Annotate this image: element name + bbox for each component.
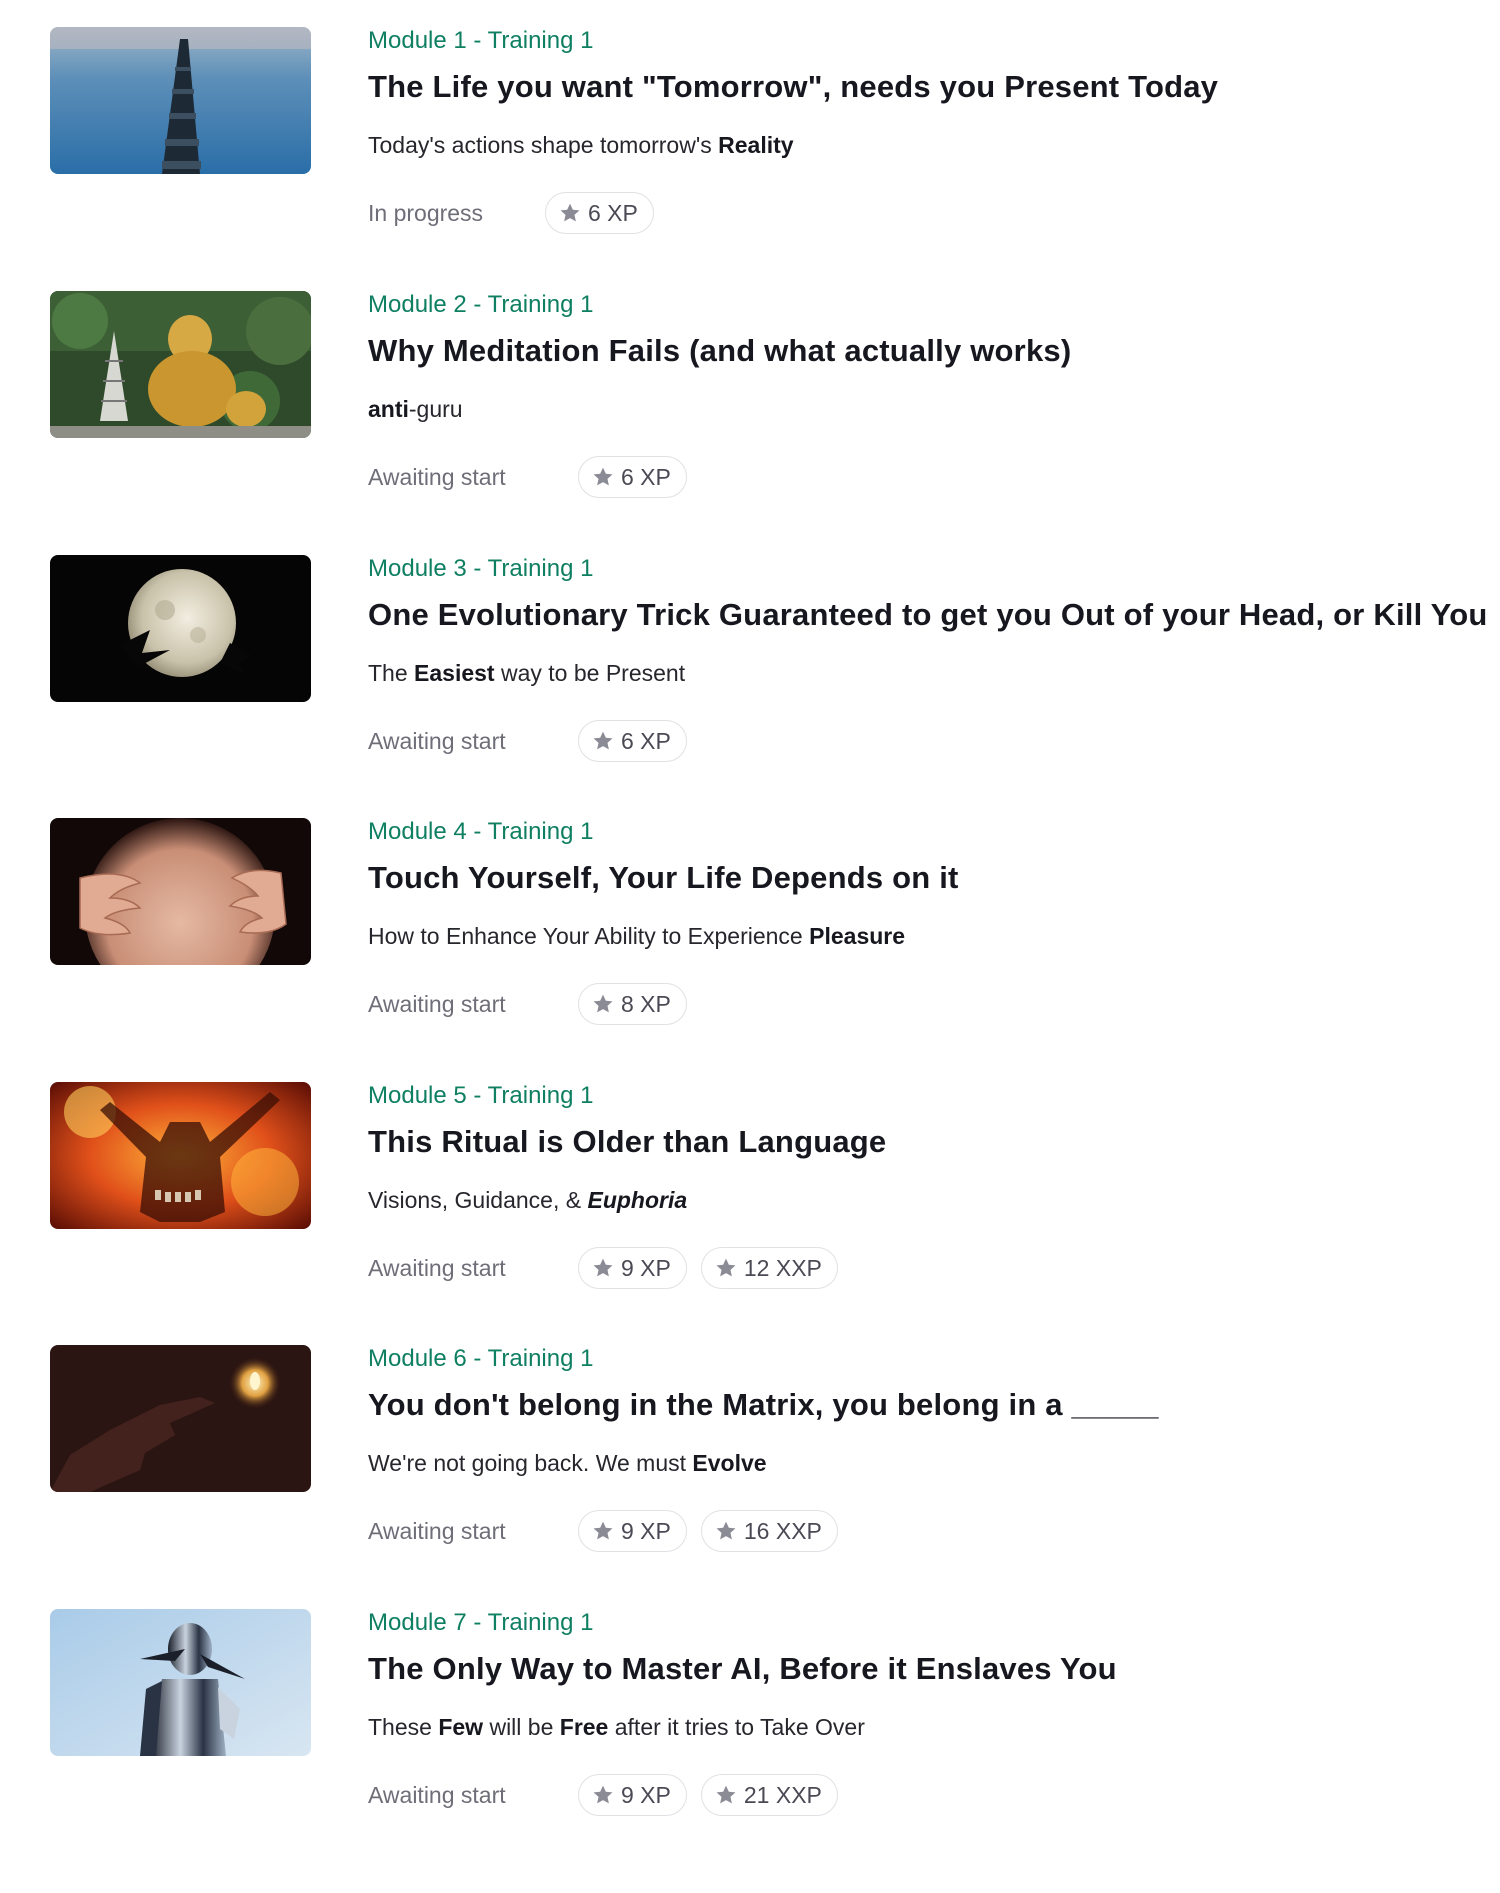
subtitle-emphasis: anti — [368, 396, 409, 422]
star-icon — [559, 202, 581, 224]
training-subtitle: These Few will be Free after it tries to… — [368, 1714, 865, 1741]
training-title[interactable]: One Evolutionary Trick Guaranteed to get… — [368, 597, 1487, 633]
star-icon — [715, 1257, 737, 1279]
status-label: Awaiting start — [368, 1517, 506, 1544]
xp-reward-chip: 6 XP — [578, 456, 687, 498]
training-item[interactable]: Module 7 - Training 1 The Only Way to Ma… — [0, 1609, 1500, 1859]
training-subtitle: We're not going back. We must Evolve — [368, 1450, 767, 1477]
subtitle-text: We're not going back. We must — [368, 1450, 693, 1476]
training-item[interactable]: Module 4 - Training 1 Touch Yourself, Yo… — [0, 818, 1500, 1068]
status-row: Awaiting start 6 XP — [368, 455, 701, 499]
module-label: Module 3 - Training 1 — [368, 555, 594, 582]
reward-value: 9 XP — [621, 1781, 671, 1808]
subtitle-text: way to be Present — [494, 660, 686, 686]
status-row: In progress 6 XP — [368, 191, 668, 235]
subtitle-text: The — [368, 660, 415, 686]
xp-reward-chip: 6 XP — [578, 720, 687, 762]
xxp-reward-chip: 21 XXP — [700, 1774, 838, 1816]
subtitle-text: Today's actions shape tomorrow's — [368, 132, 719, 158]
status-label: Awaiting start — [368, 1781, 506, 1808]
chrome-robot-image — [50, 1609, 311, 1756]
status-label: Awaiting start — [368, 727, 506, 754]
subtitle-emphasis: Few — [438, 1714, 484, 1740]
training-title[interactable]: You don't belong in the Matrix, you belo… — [368, 1387, 1159, 1423]
full-moon-image — [50, 555, 311, 702]
training-list: Module 1 - Training 1 The Life you want … — [0, 0, 1500, 1893]
calm-sea-stones-image — [50, 27, 311, 174]
subtitle-text: These — [368, 1714, 439, 1740]
subtitle-emphasis: Easiest — [414, 660, 495, 686]
status-row: Awaiting start 8 XP — [368, 982, 701, 1026]
status-label: Awaiting start — [368, 990, 506, 1017]
module-label: Module 1 - Training 1 — [368, 27, 594, 54]
subtitle-text: Visions, Guidance, & — [368, 1187, 588, 1213]
reward-value: 6 XP — [621, 463, 671, 490]
training-item[interactable]: Module 6 - Training 1 You don't belong i… — [0, 1345, 1500, 1595]
reward-value: 12 XXP — [743, 1254, 822, 1281]
training-item[interactable]: Module 3 - Training 1 One Evolutionary T… — [0, 555, 1500, 805]
xp-reward-chip: 9 XP — [578, 1510, 687, 1552]
reward-value: 21 XXP — [743, 1781, 822, 1808]
training-subtitle: anti-guru — [368, 396, 463, 423]
training-title[interactable]: Why Meditation Fails (and what actually … — [368, 333, 1071, 369]
star-icon — [592, 466, 614, 488]
training-subtitle: Today's actions shape tomorrow's Reality — [368, 132, 794, 159]
training-subtitle: How to Enhance Your Ability to Experienc… — [368, 923, 905, 950]
reward-value: 9 XP — [621, 1517, 671, 1544]
reward-value: 6 XP — [588, 199, 638, 226]
status-row: Awaiting start 9 XP 16 XXP — [368, 1509, 852, 1553]
subtitle-text: How to Enhance Your Ability to Experienc… — [368, 923, 810, 949]
training-subtitle: Visions, Guidance, & Euphoria — [368, 1187, 687, 1214]
status-row: Awaiting start 9 XP 21 XXP — [368, 1773, 852, 1817]
star-icon — [715, 1784, 737, 1806]
reward-value: 6 XP — [621, 727, 671, 754]
module-label: Module 2 - Training 1 — [368, 291, 594, 318]
golden-buddha-statue-image — [50, 291, 311, 438]
star-icon — [592, 1784, 614, 1806]
module-label: Module 6 - Training 1 — [368, 1345, 594, 1372]
module-label: Module 4 - Training 1 — [368, 818, 594, 845]
training-item[interactable]: Module 5 - Training 1 This Ritual is Old… — [0, 1082, 1500, 1332]
reward-value: 9 XP — [621, 1254, 671, 1281]
status-label: Awaiting start — [368, 1254, 506, 1281]
status-row: Awaiting start 6 XP — [368, 719, 701, 763]
status-row: Awaiting start 9 XP 12 XXP — [368, 1246, 852, 1290]
training-title[interactable]: The Only Way to Master AI, Before it Ens… — [368, 1651, 1117, 1687]
status-label: In progress — [368, 199, 484, 226]
star-icon — [592, 1520, 614, 1542]
subtitle-text: after it tries to Take Over — [608, 1714, 865, 1740]
status-label: Awaiting start — [368, 463, 506, 490]
fire-ritual-image — [50, 1082, 311, 1229]
star-icon — [592, 1257, 614, 1279]
star-icon — [592, 993, 614, 1015]
subtitle-emphasis: Reality — [718, 132, 794, 158]
module-label: Module 7 - Training 1 — [368, 1609, 594, 1636]
reward-value: 8 XP — [621, 990, 671, 1017]
subtitle-text: -guru — [408, 396, 463, 422]
reward-value: 16 XXP — [743, 1517, 822, 1544]
module-label: Module 5 - Training 1 — [368, 1082, 594, 1109]
training-subtitle: The Easiest way to be Present — [368, 660, 685, 687]
xxp-reward-chip: 16 XXP — [700, 1510, 838, 1552]
xp-reward-chip: 8 XP — [578, 983, 687, 1025]
star-icon — [715, 1520, 737, 1542]
training-item[interactable]: Module 2 - Training 1 Why Meditation Fai… — [0, 291, 1500, 541]
star-icon — [592, 730, 614, 752]
training-title[interactable]: Touch Yourself, Your Life Depends on it — [368, 860, 959, 896]
subtitle-emphasis: Euphoria — [587, 1187, 688, 1213]
training-item[interactable]: Module 1 - Training 1 The Life you want … — [0, 27, 1500, 277]
subtitle-emphasis: Evolve — [692, 1450, 767, 1476]
subtitle-emphasis: Pleasure — [809, 923, 906, 949]
xxp-reward-chip: 12 XXP — [700, 1247, 838, 1289]
xp-reward-chip: 9 XP — [578, 1774, 687, 1816]
training-title[interactable]: The Life you want "Tomorrow", needs you … — [368, 69, 1218, 105]
training-title[interactable]: This Ritual is Older than Language — [368, 1124, 886, 1160]
xp-reward-chip: 9 XP — [578, 1247, 687, 1289]
dark-hand-light-image — [50, 1345, 311, 1492]
xp-reward-chip: 6 XP — [545, 192, 654, 234]
subtitle-emphasis: Free — [559, 1714, 609, 1740]
hands-on-skin-image — [50, 818, 311, 965]
subtitle-text: will be — [483, 1714, 560, 1740]
